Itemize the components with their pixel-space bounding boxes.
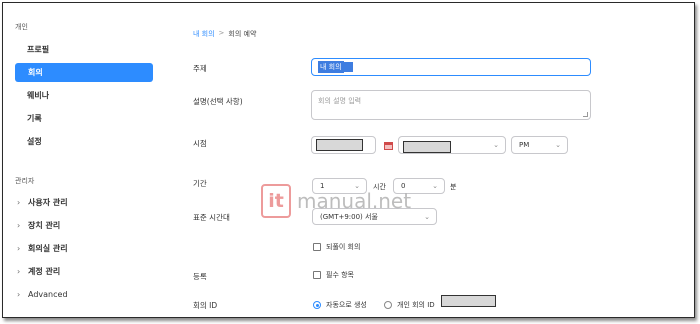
- when-label: 시점: [193, 139, 207, 148]
- recurring-checkbox-row[interactable]: 되풀이 회의: [313, 242, 360, 252]
- watermark-text: manual.net: [297, 189, 412, 213]
- description-label: 설명(선택 사항): [193, 97, 243, 106]
- watermark: it manual.net: [261, 184, 411, 224]
- sidebar-item-label: Advanced: [28, 290, 68, 299]
- chevron-right-icon: ›: [17, 244, 21, 253]
- sidebar-item-label: 회의실 관리: [28, 244, 68, 253]
- chevron-down-icon: ⌄: [493, 141, 499, 149]
- sidebar-item-label: 장치 관리: [28, 221, 61, 230]
- redacted-personal-id: [441, 295, 496, 307]
- chevron-down-icon: ⌄: [424, 212, 430, 221]
- minutes-unit-label: 분: [450, 183, 457, 191]
- chevron-right-icon: ›: [17, 221, 21, 230]
- sidebar-item-label: 계정 관리: [28, 267, 61, 276]
- ampm-value: PM: [519, 141, 530, 149]
- registration-checkbox[interactable]: [313, 271, 321, 279]
- calendar-icon[interactable]: [384, 142, 393, 150]
- sidebar-item-device-management[interactable]: › 장치 관리: [17, 220, 60, 232]
- timezone-label: 표준 시간대: [193, 213, 230, 222]
- recurring-label: 되풀이 회의: [326, 243, 361, 251]
- redacted-time: [403, 141, 451, 153]
- topic-input-value: 내 회의: [318, 61, 344, 73]
- breadcrumb-current: 회의 예약: [228, 30, 257, 38]
- description-textarea[interactable]: 회의 설명 입력: [311, 90, 591, 120]
- sidebar: 개인 프로필 회의 웨비나 기록 설정 관리자 › 사용자 관리 › 장치 관리…: [3, 3, 165, 317]
- chevron-down-icon: ⌄: [555, 141, 561, 149]
- chevron-right-icon: ›: [17, 290, 21, 299]
- recurring-checkbox[interactable]: [313, 243, 321, 251]
- sidebar-item-account-management[interactable]: › 계정 관리: [17, 266, 60, 278]
- registration-checkbox-row[interactable]: 필수 항목: [313, 270, 354, 280]
- ampm-select[interactable]: PM ⌄: [511, 136, 568, 154]
- date-input[interactable]: [311, 136, 376, 154]
- description-placeholder: 회의 설명 입력: [318, 97, 362, 105]
- sidebar-item-settings[interactable]: 설정: [27, 136, 42, 148]
- breadcrumb-separator: >: [218, 29, 225, 37]
- meeting-id-label: 회의 ID: [193, 301, 218, 310]
- meeting-id-auto-option[interactable]: 자동으로 생성: [313, 300, 367, 310]
- auto-generate-label: 자동으로 생성: [326, 301, 367, 309]
- sidebar-item-room-management[interactable]: › 회의실 관리: [17, 243, 68, 255]
- section-label-admin: 관리자: [15, 177, 35, 185]
- radio-auto-generate[interactable]: [313, 301, 321, 309]
- chevron-down-icon: ⌄: [432, 182, 438, 190]
- watermark-logo: it: [261, 184, 291, 218]
- sidebar-item-recordings[interactable]: 기록: [27, 113, 42, 125]
- main-content: 내 회의 > 회의 예약 주제 내 회의 설명(선택 사항) 회의 설명 입력 …: [165, 3, 694, 317]
- redacted-date: [316, 139, 363, 151]
- selection-highlight: [343, 62, 353, 72]
- chevron-right-icon: ›: [17, 198, 21, 207]
- sidebar-item-meetings[interactable]: 회의: [15, 63, 153, 82]
- personal-id-label: 개인 회의 ID: [397, 301, 435, 309]
- sidebar-item-webinars[interactable]: 웨비나: [27, 90, 49, 102]
- registration-option-label: 필수 항목: [326, 271, 354, 279]
- breadcrumb-link-my-meetings[interactable]: 내 회의: [193, 29, 215, 39]
- app-frame: 개인 프로필 회의 웨비나 기록 설정 관리자 › 사용자 관리 › 장치 관리…: [2, 2, 695, 318]
- duration-label: 기간: [193, 179, 207, 188]
- chevron-right-icon: ›: [17, 267, 21, 276]
- registration-label: 등록: [193, 272, 207, 281]
- section-label-personal: 개인: [15, 23, 28, 31]
- sidebar-item-user-management[interactable]: › 사용자 관리: [17, 197, 68, 209]
- breadcrumb: 내 회의 > 회의 예약: [193, 29, 256, 39]
- topic-input[interactable]: 내 회의: [311, 58, 591, 76]
- resize-handle[interactable]: [583, 112, 588, 117]
- time-select[interactable]: ⌄: [398, 136, 506, 154]
- meeting-id-personal-option[interactable]: 개인 회의 ID: [384, 300, 435, 310]
- sidebar-item-label: 사용자 관리: [28, 198, 68, 207]
- radio-personal-id[interactable]: [384, 301, 392, 309]
- sidebar-item-profile[interactable]: 프로필: [27, 44, 49, 56]
- topic-label: 주제: [193, 64, 207, 73]
- sidebar-item-advanced[interactable]: › Advanced: [17, 289, 68, 301]
